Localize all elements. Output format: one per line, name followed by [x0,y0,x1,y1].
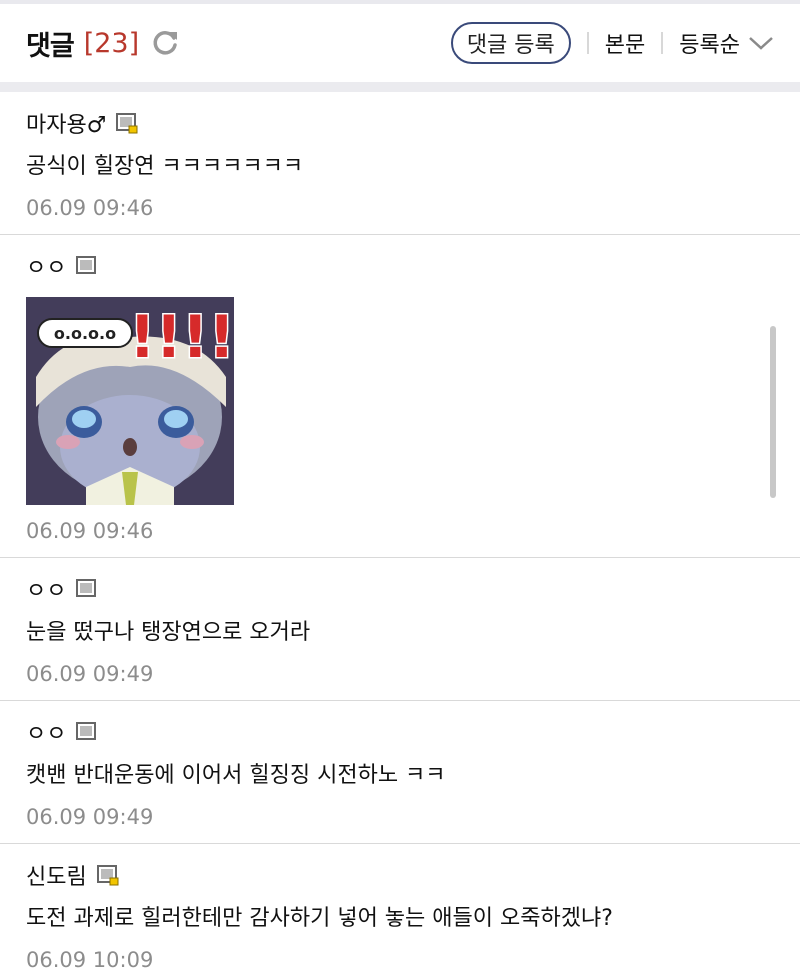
member-level-icon [76,255,98,277]
comment-item: ㅇㅇ 눈을 떴구나 탱장연으로 오거라 06.09 09:49 [0,558,800,701]
member-level-icon [116,112,138,134]
comment-item: 마자용♂ 공식이 힐장연 ㅋㅋㅋㅋㅋㅋㅋ 06.09 09:46 [0,92,800,235]
chevron-down-icon [749,37,773,50]
write-comment-button[interactable]: 댓글 등록 [450,22,571,64]
comment-count: [23] [83,27,140,59]
refresh-icon[interactable] [149,27,181,59]
comment-item: ㅇㅇ o.o.o.o !!!! 06.09 09:46 [0,235,800,558]
comment-author[interactable]: ㅇㅇ [26,573,66,605]
sort-dropdown[interactable]: 등록순 [679,27,774,59]
member-level-icon [96,864,119,886]
comment-author[interactable]: 마자용♂ [26,107,106,139]
comment-header: 댓글 [23] 댓글 등록 본문 등록순 [0,4,800,82]
member-level-icon [76,578,98,600]
divider [661,32,664,54]
comment-text: 도전 과제로 힐러한테만 감사하기 넣어 놓는 애들이 오죽하겠냐? [26,906,613,931]
scrollbar[interactable] [770,326,776,498]
comment-text: 공식이 힐장연 ㅋㅋㅋㅋㅋㅋㅋ [26,154,304,179]
comment-author[interactable]: ㅇㅇ [26,250,66,282]
sort-label: 등록순 [679,33,740,58]
comment-time: 06.09 09:49 [26,662,154,686]
comment-author[interactable]: 신도림 [26,859,87,891]
comment-author[interactable]: ㅇㅇ [26,716,66,748]
comment-time: 06.09 09:49 [26,805,154,829]
comment-title: 댓글 [26,30,75,62]
sticker-exclaim: !!!! [129,303,234,371]
comment-item: ㅇㅇ 캣밴 반대운동에 이어서 힐징징 시전하노 ㅋㅋ 06.09 09:49 [0,701,800,844]
comment-text: 눈을 떴구나 탱장연으로 오거라 [26,620,311,645]
comment-time: 06.09 10:09 [26,948,154,972]
body-link[interactable]: 본문 [605,27,645,59]
comment-list: 마자용♂ 공식이 힐장연 ㅋㅋㅋㅋㅋㅋㅋ 06.09 09:46 ㅇㅇ o.o.… [0,92,800,980]
member-level-icon [76,721,98,743]
comment-time: 06.09 09:46 [26,519,154,543]
comment-text: 캣밴 반대운동에 이어서 힐징징 시전하노 ㅋㅋ [26,763,446,788]
comment-time: 06.09 09:46 [26,196,154,220]
section-divider-band [0,82,800,92]
divider [586,32,589,54]
sticker-caption: o.o.o.o [54,324,116,343]
dccon-sticker-image[interactable]: o.o.o.o !!!! [26,297,234,505]
comment-item: 신도림 도전 과제로 힐러한테만 감사하기 넣어 놓는 애들이 오죽하겠냐? 0… [0,844,800,980]
